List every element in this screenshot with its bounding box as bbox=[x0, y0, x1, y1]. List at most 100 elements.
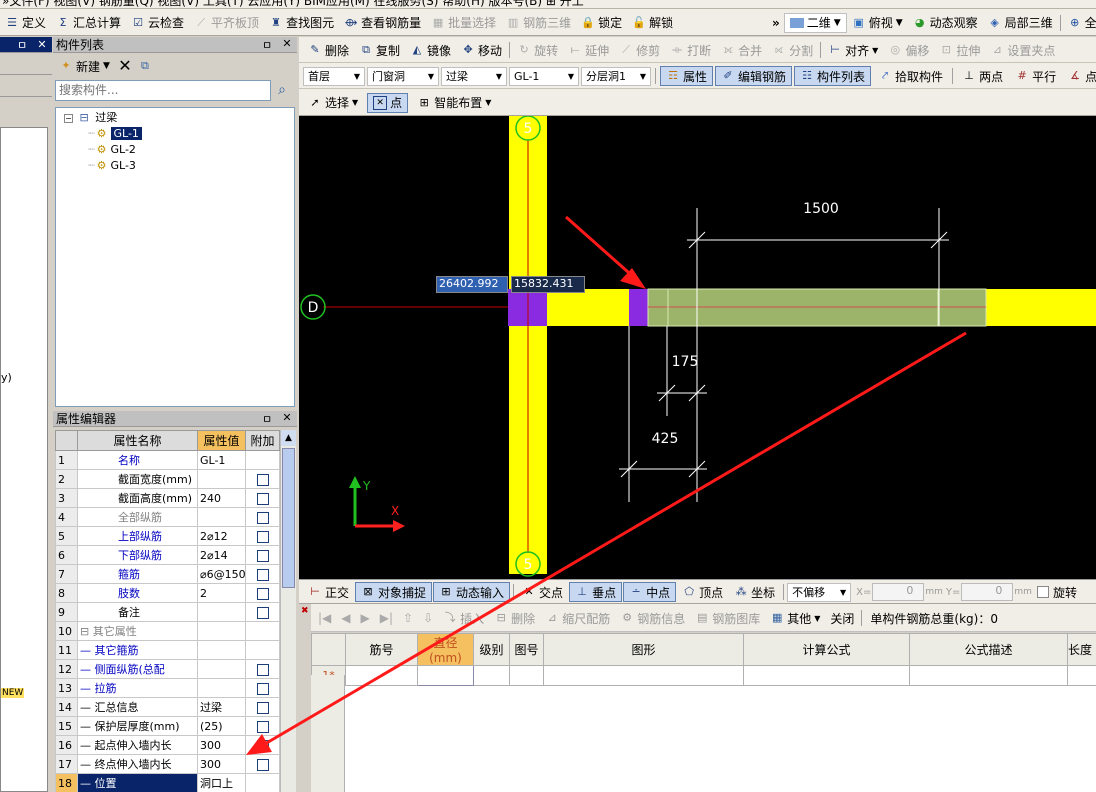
collapse-icon[interactable]: − bbox=[64, 114, 73, 123]
property-row[interactable]: 18— 位置 洞口上 bbox=[55, 773, 280, 792]
up-icon[interactable]: ⇧ bbox=[398, 611, 418, 625]
property-value[interactable]: GL-1 bbox=[197, 450, 246, 470]
grid-cell[interactable] bbox=[473, 665, 510, 686]
cad-canvas[interactable]: 5 5 D 1500 175 425 Y X 26402.992 15832.4… bbox=[299, 116, 1096, 579]
extra-checkbox[interactable] bbox=[256, 663, 269, 676]
copy-icon[interactable]: ⧉ bbox=[138, 59, 152, 73]
grid-header-formula-desc[interactable]: 公式描述 bbox=[909, 633, 1068, 666]
grid-header-length[interactable]: 长度 bbox=[1067, 633, 1096, 666]
component-list-button[interactable]: ☷ 构件列表 bbox=[794, 66, 872, 86]
property-scrollbar[interactable]: ▲ bbox=[280, 430, 296, 792]
view-rebar-qty-button[interactable]: ⟴ 查看钢筋量 bbox=[339, 13, 426, 33]
x-offset-input[interactable]: 0 bbox=[872, 583, 925, 601]
trim-button[interactable]: ⟋ 修剪 bbox=[614, 40, 665, 60]
vertex-button[interactable]: ⬠ 顶点 bbox=[677, 582, 728, 602]
intersection-button[interactable]: ✕ 交点 bbox=[517, 582, 568, 602]
local-3d-button[interactable]: ◈ 局部三维 bbox=[983, 13, 1058, 33]
property-value[interactable]: ⌀6@150 bbox=[197, 564, 246, 584]
extra-checkbox[interactable] bbox=[256, 530, 269, 543]
copy-button[interactable]: ⧉ 复制 bbox=[354, 40, 405, 60]
full-view-button[interactable]: ⊕ 全 bbox=[1063, 13, 1096, 33]
summary-calc-button[interactable]: Σ 汇总计算 bbox=[51, 13, 126, 33]
property-value[interactable]: 2⌀12 bbox=[197, 526, 246, 546]
property-row[interactable]: 9 备注 bbox=[55, 602, 280, 622]
pick-component-button[interactable]: ⤤ 拾取构件 bbox=[873, 66, 948, 86]
property-row[interactable]: 7 箍筋 ⌀6@150 bbox=[55, 564, 280, 584]
extra-checkbox[interactable] bbox=[256, 511, 269, 524]
property-row[interactable]: 2 截面宽度(mm) bbox=[55, 469, 280, 489]
prop-extra-header[interactable]: 附加 bbox=[245, 430, 280, 451]
split-button[interactable]: ⟖ 分割 bbox=[767, 40, 818, 60]
grid-cell[interactable] bbox=[909, 665, 1068, 686]
property-value[interactable]: 2⌀14 bbox=[197, 545, 246, 565]
overflow-chevron[interactable]: » bbox=[768, 16, 784, 30]
extra-checkbox[interactable] bbox=[256, 473, 269, 486]
property-row[interactable]: 5 上部纵筋 2⌀12 bbox=[55, 526, 280, 546]
move-button[interactable]: ✥ 移动 bbox=[456, 40, 507, 60]
extra-checkbox[interactable] bbox=[256, 568, 269, 581]
extra-checkbox[interactable] bbox=[256, 701, 269, 714]
align-slab-top-button[interactable]: ⟋ 平齐板顶 bbox=[189, 13, 264, 33]
last-icon[interactable]: ▶| bbox=[375, 611, 398, 625]
insert-button[interactable]: ⤵ 插入 bbox=[438, 608, 489, 628]
merge-button[interactable]: ⟗ 合并 bbox=[716, 40, 767, 60]
tree-item-gl-1[interactable]: ┈ ⚙ GL-1 bbox=[56, 126, 294, 142]
grid-header-figure-no[interactable]: 图号 bbox=[509, 633, 544, 666]
delete-button[interactable]: ✎ 删除 bbox=[303, 40, 354, 60]
extra-checkbox[interactable] bbox=[256, 758, 269, 771]
menu-text[interactable]: »文件(F) 视图(V) 钢筋量(Q) 视图(V) 工具(T) 云应用(Y) B… bbox=[2, 0, 584, 8]
select-dropdown[interactable]: ➚ 选择 ▼ bbox=[303, 93, 363, 113]
property-value[interactable]: 2 bbox=[197, 583, 246, 603]
layer-dropdown[interactable]: 分层洞1 ▼ bbox=[581, 66, 651, 86]
prev-icon[interactable]: ◀ bbox=[336, 611, 355, 625]
property-row[interactable]: 17— 终点伸入墙内长 300 bbox=[55, 754, 280, 774]
new-component-button[interactable]: ✦ 新建 ▼ bbox=[57, 56, 112, 76]
property-value[interactable] bbox=[197, 621, 246, 641]
property-value[interactable] bbox=[197, 469, 246, 489]
property-row[interactable]: 13— 拉筋 bbox=[55, 678, 280, 698]
scroll-up-arrow[interactable]: ▲ bbox=[281, 430, 296, 446]
extra-checkbox[interactable] bbox=[256, 682, 269, 695]
pin-icon[interactable]: ㅁ bbox=[15, 37, 29, 53]
property-value[interactable]: (25) bbox=[197, 716, 246, 736]
define-button[interactable]: ☰ 定义 bbox=[0, 13, 51, 33]
property-value[interactable] bbox=[197, 678, 246, 698]
prop-value-header[interactable]: 属性值 bbox=[197, 430, 246, 451]
lock-button[interactable]: 🔒 锁定 bbox=[576, 13, 627, 33]
grid-header-formula[interactable]: 计算公式 bbox=[743, 633, 910, 666]
next-icon[interactable]: ▶ bbox=[356, 611, 375, 625]
property-value[interactable] bbox=[197, 507, 246, 527]
property-row[interactable]: 14— 汇总信息 过梁 bbox=[55, 697, 280, 717]
extra-checkbox[interactable] bbox=[256, 739, 269, 752]
extra-checkbox[interactable] bbox=[256, 587, 269, 600]
delete-row-button[interactable]: ⊟ 删除 bbox=[489, 608, 540, 628]
scale-rebar-button[interactable]: ⊿ 缩尺配筋 bbox=[540, 608, 615, 628]
ortho-button[interactable]: ⊢ 正交 bbox=[303, 582, 354, 602]
scroll-thumb[interactable] bbox=[282, 448, 295, 588]
property-row[interactable]: 4 全部纵筋 bbox=[55, 507, 280, 527]
property-value[interactable]: 300 bbox=[197, 735, 246, 755]
subtype-dropdown[interactable]: 过梁 ▼ bbox=[441, 66, 507, 86]
rebar-3d-button[interactable]: ▥ 钢筋三维 bbox=[501, 13, 576, 33]
rebar-info-button[interactable]: ⚙ 钢筋信息 bbox=[615, 608, 690, 628]
down-icon[interactable]: ⇩ bbox=[418, 611, 438, 625]
grid-cell[interactable] bbox=[543, 665, 744, 686]
rotate-button[interactable]: ↻ 旋转 bbox=[512, 40, 563, 60]
first-icon[interactable]: |◀ bbox=[313, 611, 336, 625]
property-value[interactable]: 240 bbox=[197, 488, 246, 508]
property-row[interactable]: 16— 起点伸入墙内长 300 bbox=[55, 735, 280, 755]
extra-checkbox[interactable] bbox=[256, 492, 269, 505]
property-row[interactable]: 11— 其它箍筋 bbox=[55, 640, 280, 660]
orbit-button[interactable]: ◕ 动态观察 bbox=[908, 13, 983, 33]
close-button[interactable]: 关闭 bbox=[825, 608, 859, 628]
prop-name-header[interactable]: 属性名称 bbox=[77, 430, 198, 451]
extra-checkbox[interactable] bbox=[256, 606, 269, 619]
floor-dropdown[interactable]: 首层 ▼ bbox=[303, 66, 365, 86]
rebar-panel-close[interactable]: ✖ bbox=[301, 606, 309, 616]
property-value[interactable] bbox=[197, 602, 246, 622]
grid-header-grade[interactable]: 级别 bbox=[473, 633, 510, 666]
property-value[interactable]: 洞口上 bbox=[197, 773, 246, 792]
y-offset-input[interactable]: 0 bbox=[961, 583, 1014, 601]
close-icon[interactable]: ✕ bbox=[280, 411, 294, 427]
cloud-check-button[interactable]: ☑ 云检查 bbox=[126, 13, 189, 33]
